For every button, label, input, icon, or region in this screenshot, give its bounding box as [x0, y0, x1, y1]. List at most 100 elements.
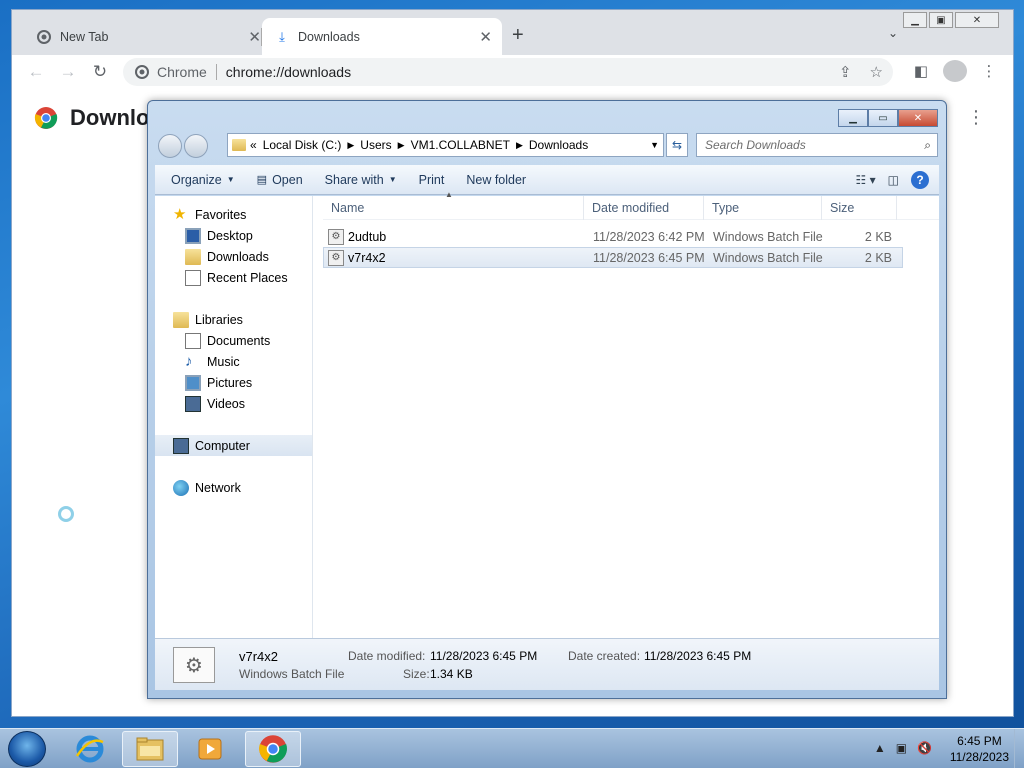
breadcrumb-arrow-icon[interactable]: ▶: [398, 140, 405, 151]
toolbar-right: ◧ ⋮: [909, 60, 1001, 82]
tab-new-tab[interactable]: New Tab ✕: [24, 18, 271, 55]
nav-music[interactable]: ♪ Music: [155, 351, 312, 372]
clock-time: 6:45 PM: [957, 734, 1002, 748]
nav-favorites[interactable]: ★ Favorites: [155, 204, 312, 225]
batch-file-large-icon: ⚙: [173, 647, 215, 683]
file-explorer-icon[interactable]: [122, 731, 178, 767]
open-button[interactable]: ▤ Open: [251, 173, 309, 187]
reload-icon[interactable]: ↻: [84, 62, 116, 82]
file-size: 2 KB: [864, 250, 892, 265]
network-icon: [173, 479, 189, 496]
downloads-folder-icon: [185, 248, 201, 265]
new-tab-button[interactable]: +: [512, 24, 524, 47]
nav-label: Network: [195, 480, 241, 495]
nav-computer[interactable]: Computer: [155, 435, 312, 456]
side-panel-icon[interactable]: ◧: [909, 62, 933, 80]
start-button[interactable]: [8, 731, 46, 767]
new-folder-button[interactable]: New folder: [460, 173, 532, 187]
system-tray: ▲ ▣ 🔇: [874, 741, 932, 755]
media-player-icon[interactable]: [182, 731, 238, 767]
bookmark-star-icon[interactable]: ☆: [870, 63, 883, 81]
print-button[interactable]: Print: [413, 173, 451, 187]
organize-label: Organize: [171, 172, 222, 187]
history-dropdown-icon[interactable]: ▼: [650, 140, 659, 150]
maximize-button[interactable]: ▣: [929, 12, 953, 28]
chrome-taskbar-icon[interactable]: [245, 731, 301, 767]
nav-downloads[interactable]: Downloads: [155, 246, 312, 267]
details-pane: ⚙ v7r4x2 Windows Batch File Date modifie…: [155, 638, 939, 690]
file-list-pane: ▲ Name Date modified Type Size ⚙ 2udtub 1…: [313, 190, 939, 638]
view-options-icon[interactable]: ☷ ▾: [856, 173, 876, 187]
forward-icon[interactable]: →: [52, 62, 84, 82]
column-name[interactable]: Name: [323, 195, 584, 220]
nav-documents[interactable]: Documents: [155, 330, 312, 351]
maximize-button[interactable]: ▭: [868, 109, 898, 127]
close-window-button[interactable]: ✕: [898, 109, 938, 127]
overflow-chevron-icon[interactable]: «: [250, 138, 257, 152]
clock[interactable]: 6:45 PM 11/28/2023: [950, 733, 1009, 765]
breadcrumb-item[interactable]: VM1.COLLABNET: [411, 138, 510, 152]
nav-videos[interactable]: Videos: [155, 393, 312, 414]
file-row[interactable]: ⚙ 2udtub 11/28/2023 6:42 PM Windows Batch…: [323, 226, 903, 247]
tab-search-icon[interactable]: ⌄: [888, 26, 898, 40]
batch-file-icon: ⚙: [328, 228, 344, 245]
back-button[interactable]: [158, 134, 182, 158]
close-icon[interactable]: ✕: [248, 28, 261, 46]
nav-network[interactable]: Network: [155, 477, 312, 498]
show-hidden-icons-icon[interactable]: ▲: [874, 741, 886, 755]
chrome-icon: [36, 29, 52, 45]
computer-icon: [173, 437, 189, 454]
share-icon[interactable]: ⇪: [839, 63, 852, 81]
tab-label: Downloads: [298, 29, 360, 44]
file-row[interactable]: ⚙ v7r4x2 11/28/2023 6:45 PM Windows Batch…: [323, 247, 903, 268]
address-bar[interactable]: « Local Disk (C:) ▶ Users ▶ VM1.COLLABNE…: [227, 133, 664, 157]
nav-desktop[interactable]: Desktop: [155, 225, 312, 246]
nav-recent-places[interactable]: Recent Places: [155, 267, 312, 288]
column-size[interactable]: Size: [822, 195, 897, 220]
nav-pictures[interactable]: Pictures: [155, 372, 312, 393]
forward-button[interactable]: [184, 134, 208, 158]
page-title: Downlo: [70, 105, 150, 130]
share-with-button[interactable]: Share with ▼: [319, 173, 403, 187]
volume-muted-icon[interactable]: 🔇: [917, 741, 932, 755]
caret-down-icon: ▼: [226, 175, 235, 184]
nav-label: Recent Places: [207, 270, 288, 285]
show-desktop-button[interactable]: [1014, 729, 1024, 768]
column-type[interactable]: Type: [704, 195, 822, 220]
page-menu-icon[interactable]: ⋮: [967, 107, 985, 128]
refresh-icon[interactable]: ⇆: [666, 133, 688, 157]
close-icon[interactable]: ✕: [479, 28, 492, 46]
preview-pane-icon[interactable]: ◫: [888, 173, 899, 187]
file-name-cell: ⚙ 2udtub: [324, 228, 585, 245]
help-icon[interactable]: ?: [911, 170, 929, 189]
organize-button[interactable]: Organize ▼: [165, 173, 241, 187]
profile-avatar-icon[interactable]: [943, 60, 967, 82]
back-icon[interactable]: ←: [20, 62, 52, 82]
tab-downloads[interactable]: ⤓ Downloads ✕: [262, 18, 502, 55]
breadcrumb-item[interactable]: Downloads: [529, 138, 588, 152]
column-headers: ▲ Name Date modified Type Size: [323, 190, 939, 220]
column-date-modified[interactable]: Date modified: [584, 195, 704, 220]
detail-modified-value: 11/28/2023 6:45 PM: [430, 649, 538, 663]
clock-date: 11/28/2023: [949, 750, 1009, 764]
chrome-chip: Chrome: [135, 64, 207, 80]
menu-kebab-icon[interactable]: ⋮: [977, 62, 1001, 80]
search-input[interactable]: Search Downloads ⌕: [696, 133, 938, 157]
file-date: 11/28/2023 6:42 PM: [593, 229, 705, 244]
minimize-button[interactable]: ▁: [903, 12, 927, 28]
network-status-icon[interactable]: ▣: [896, 741, 907, 755]
internet-explorer-icon[interactable]: [62, 731, 118, 767]
chrome-window-controls: ▁ ▣ ✕: [901, 12, 999, 28]
breadcrumb-arrow-icon[interactable]: ▶: [516, 140, 523, 151]
breadcrumb-item[interactable]: Users: [360, 138, 391, 152]
omnibox[interactable]: Chrome chrome://downloads ⇪ ☆: [123, 58, 893, 86]
minimize-button[interactable]: ▁: [838, 109, 868, 127]
nav-libraries[interactable]: Libraries: [155, 309, 312, 330]
caret-down-icon: ▼: [388, 175, 397, 184]
close-window-button[interactable]: ✕: [955, 12, 999, 28]
breadcrumb-item[interactable]: Local Disk (C:): [263, 138, 342, 152]
detail-size-label: Size:: [403, 667, 430, 681]
breadcrumb-arrow-icon[interactable]: ▶: [347, 140, 354, 151]
